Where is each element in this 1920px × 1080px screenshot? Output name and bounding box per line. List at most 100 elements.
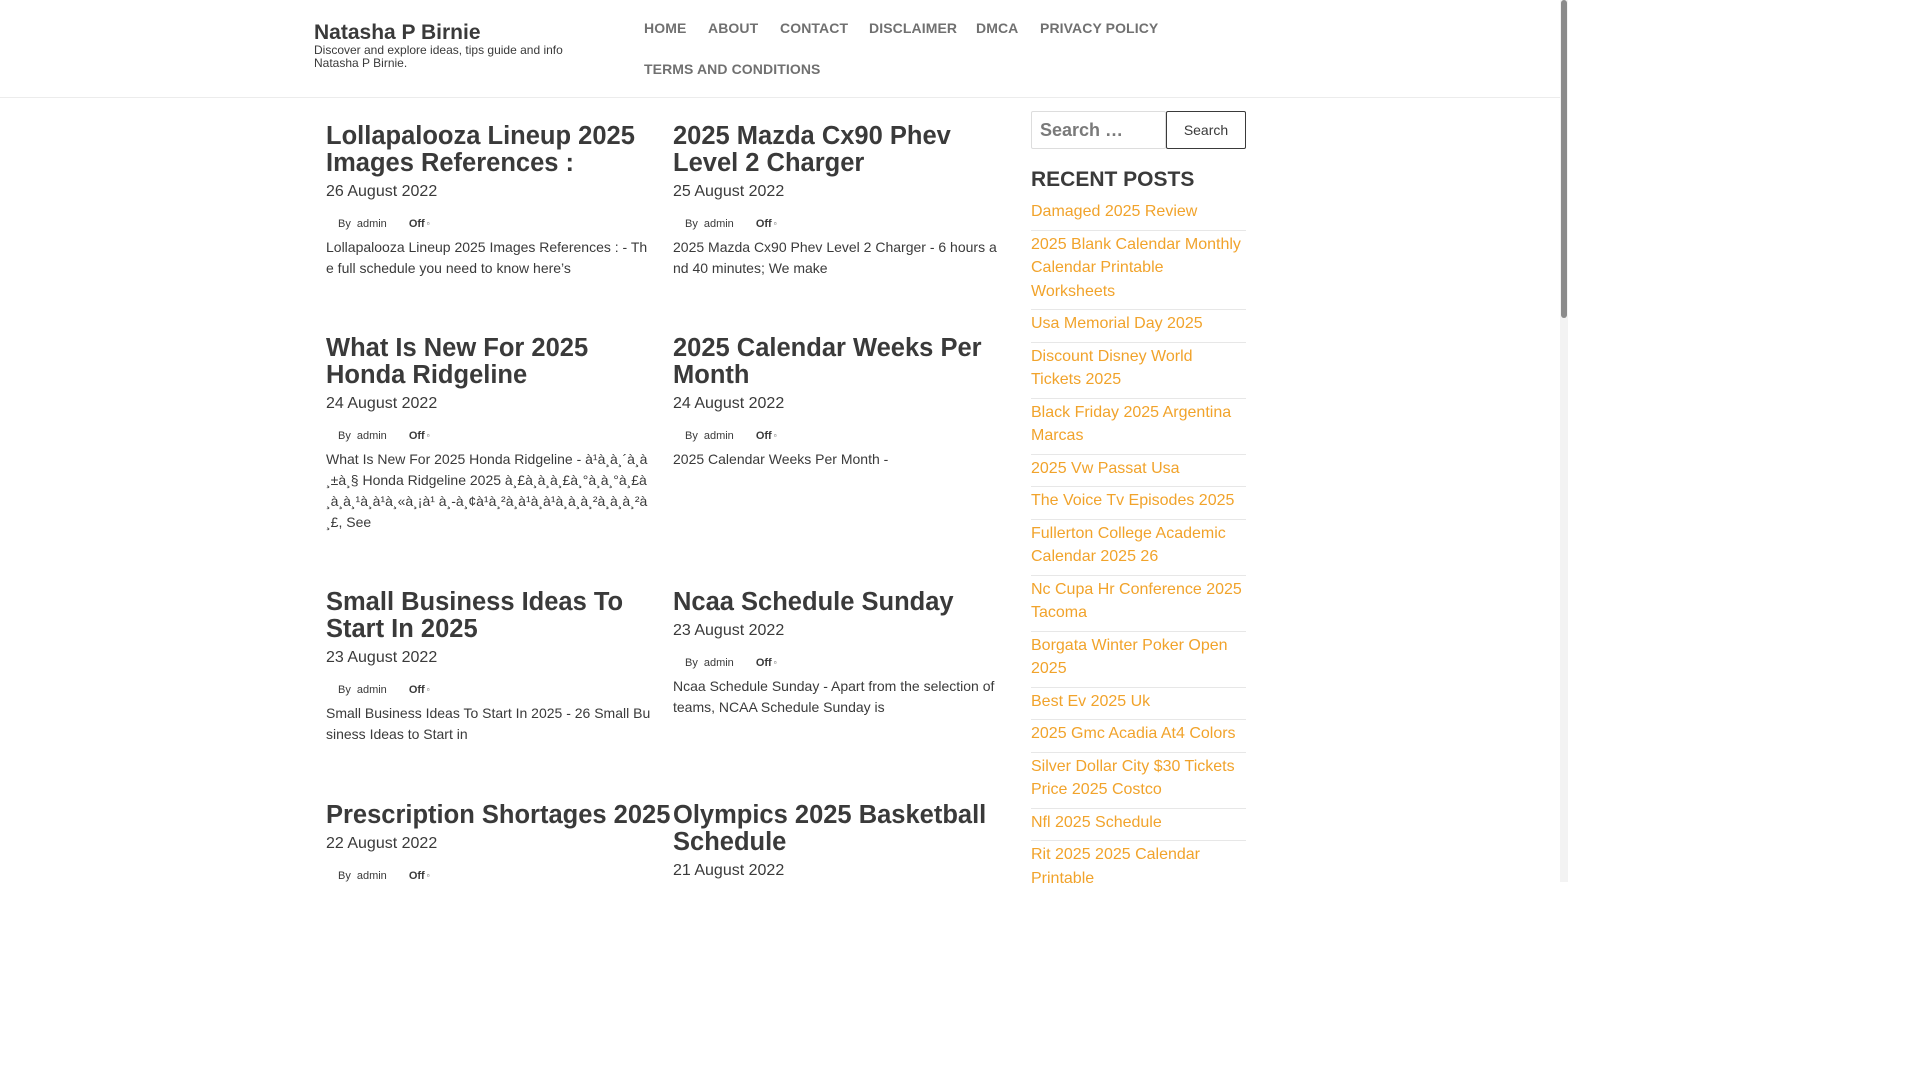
post-comments-status: Off (408, 430, 425, 442)
list-item: Rit 2025 2025 Calendar Printable (1031, 841, 1246, 896)
post-date: 24 August 2022 (326, 395, 438, 412)
post-comments-status: Off (755, 218, 772, 230)
post-date: 24 August 2022 (673, 395, 785, 412)
recent-post-link[interactable]: Fullerton College Academic Calendar 2025… (1031, 525, 1226, 566)
post-excerpt: Lollapalooza Lineup 2025 Images Referenc… (326, 239, 648, 276)
list-item: Nfl 2025 Schedule (1031, 809, 1246, 841)
comment-icon: ▫ (426, 871, 430, 880)
post-date: 25 August 2022 (673, 183, 785, 200)
post-meta: By admin Off ▫ (326, 870, 656, 884)
recent-posts-list: Damaged 2025 Review 2025 Blank Calendar … (1031, 198, 1246, 896)
post-by-label: By (338, 684, 351, 696)
nav-dmca[interactable]: DMCA (976, 20, 1018, 36)
site-tagline: Discover and explore ideas, tips guide a… (314, 43, 563, 70)
site-title[interactable]: Natasha P Birnie (314, 21, 481, 45)
comment-icon: ▫ (426, 431, 430, 440)
post-excerpt: Small Business Ideas To Start In 2025 - … (326, 705, 651, 742)
recent-post-link[interactable]: 2025 Vw Passat Usa (1031, 460, 1180, 477)
nav-terms-and-conditions[interactable]: TERMS AND CONDITIONS (644, 61, 820, 77)
post-by-label: By (338, 870, 351, 882)
list-item: Fullerton College Academic Calendar 2025… (1031, 520, 1246, 576)
scrollbar-thumb[interactable] (1561, 0, 1567, 318)
list-item: 2025 Gmc Acadia At4 Colors (1031, 720, 1246, 753)
nav-contact[interactable]: CONTACT (780, 20, 848, 36)
comment-icon: ▫ (773, 219, 777, 228)
list-item: Black Friday 2025 Argentina Marcas (1031, 399, 1246, 455)
post-meta: By admin Off ▫ (326, 218, 651, 232)
recent-post-link[interactable]: The Voice Tv Episodes 2025 (1031, 492, 1234, 509)
post-title-link[interactable]: 2025 Mazda Cx90 Phev Level 2 Charger (673, 123, 998, 177)
comment-icon: ▫ (426, 219, 430, 228)
list-item: The Voice Tv Episodes 2025 (1031, 487, 1246, 520)
list-item: Usa Memorial Day 2025 (1031, 310, 1246, 343)
post-card: Lollapalooza Lineup 2025 Images Referenc… (326, 123, 651, 279)
comment-icon: ▫ (773, 658, 777, 667)
post-author-link[interactable]: admin (704, 218, 734, 230)
nav-about[interactable]: ABOUT (708, 20, 758, 36)
post-meta: By admin Off ▫ (673, 657, 998, 671)
post-title-link[interactable]: 2025 Calendar Weeks Per Month (673, 335, 998, 389)
list-item: Nc Cupa Hr Conference 2025 Tacoma (1031, 576, 1246, 632)
recent-post-link[interactable]: 2025 Gmc Acadia At4 Colors (1031, 725, 1236, 742)
post-card: Small Business Ideas To Start In 2025 23… (326, 589, 651, 745)
recent-post-link[interactable]: Damaged 2025 Review (1031, 203, 1197, 220)
post-excerpt: 2025 Mazda Cx90 Phev Level 2 Charger - 6… (673, 239, 997, 276)
post-title-link[interactable]: Lollapalooza Lineup 2025 Images Referenc… (326, 123, 651, 177)
list-item: Borgata Winter Poker Open 2025 (1031, 632, 1246, 688)
site-header: Natasha P Birnie Discover and explore id… (0, 0, 1560, 98)
list-item: Best Ev 2025 Uk (1031, 688, 1246, 720)
post-card: Ncaa Schedule Sunday 23 August 2022 By ad… (673, 589, 998, 718)
post-title-link[interactable]: Small Business Ideas To Start In 2025 (326, 589, 651, 643)
nav-privacy-policy[interactable]: PRIVACY POLICY (1040, 20, 1158, 36)
recent-post-link[interactable]: Nfl 2025 Schedule (1031, 814, 1162, 831)
recent-post-link[interactable]: 2025 Blank Calendar Monthly Calendar Pri… (1031, 236, 1241, 300)
post-author-link[interactable]: admin (704, 657, 734, 669)
post-date: 23 August 2022 (673, 622, 785, 639)
list-item: 2025 Vw Passat Usa (1031, 455, 1246, 487)
post-excerpt: What Is New For 2025 Honda Ridgeline - à… (326, 451, 648, 530)
recent-post-link[interactable]: Borgata Winter Poker Open 2025 (1031, 637, 1228, 678)
recent-post-link[interactable]: Rit 2025 2025 Calendar Printable (1031, 846, 1200, 887)
recent-post-link[interactable]: Nc Cupa Hr Conference 2025 Tacoma (1031, 581, 1242, 622)
post-author-link[interactable]: admin (357, 218, 387, 230)
post-title-link[interactable]: Ncaa Schedule Sunday (673, 589, 998, 616)
post-meta: By admin Off ▫ (673, 430, 998, 444)
recent-posts-heading: RECENT POSTS (1031, 168, 1195, 191)
post-by-label: By (338, 430, 351, 442)
recent-post-link[interactable]: Discount Disney World Tickets 2025 (1031, 348, 1193, 389)
post-comments-status: Off (408, 218, 425, 230)
post-card: Prescription Shortages 2025 22 August 20… (326, 802, 670, 884)
nav-disclaimer[interactable]: DISCLAIMER (869, 20, 957, 36)
list-item: 2025 Blank Calendar Monthly Calendar Pri… (1031, 231, 1246, 310)
post-meta: By admin Off ▫ (673, 218, 998, 232)
recent-post-link[interactable]: Best Ev 2025 Uk (1031, 693, 1150, 710)
post-by-label: By (685, 430, 698, 442)
post-card: 2025 Calendar Weeks Per Month 24 August … (673, 335, 998, 470)
post-title-link[interactable]: Prescription Shortages 2025 (326, 802, 670, 829)
post-card: 2025 Mazda Cx90 Phev Level 2 Charger 25 … (673, 123, 998, 279)
post-title-link[interactable]: What Is New For 2025 Honda Ridgeline (326, 335, 651, 389)
post-author-link[interactable]: admin (704, 430, 734, 442)
post-author-link[interactable]: admin (357, 870, 387, 882)
post-by-label: By (685, 218, 698, 230)
post-by-label: By (338, 218, 351, 230)
search-button[interactable]: Search (1166, 111, 1246, 149)
post-date: 22 August 2022 (326, 835, 438, 852)
post-card: Olympics 2025 Basketball Schedule 21 Aug… (673, 802, 998, 880)
recent-post-link[interactable]: Usa Memorial Day 2025 (1031, 315, 1203, 332)
post-date: 23 August 2022 (326, 649, 438, 666)
search-input[interactable] (1031, 111, 1166, 149)
post-excerpt: Ncaa Schedule Sunday - Apart from the se… (673, 678, 995, 715)
post-by-label: By (685, 657, 698, 669)
post-author-link[interactable]: admin (357, 430, 387, 442)
post-comments-status: Off (408, 870, 425, 882)
list-item: Discount Disney World Tickets 2025 (1031, 343, 1246, 399)
post-date: 26 August 2022 (326, 183, 438, 200)
list-item: Silver Dollar City $30 Tickets Price 202… (1031, 753, 1246, 809)
recent-post-link[interactable]: Black Friday 2025 Argentina Marcas (1031, 404, 1231, 445)
recent-post-link[interactable]: Silver Dollar City $30 Tickets Price 202… (1031, 758, 1235, 799)
post-title-link[interactable]: Olympics 2025 Basketball Schedule (673, 802, 998, 856)
post-comments-status: Off (408, 684, 425, 696)
post-author-link[interactable]: admin (357, 684, 387, 696)
nav-home[interactable]: HOME (644, 20, 686, 36)
